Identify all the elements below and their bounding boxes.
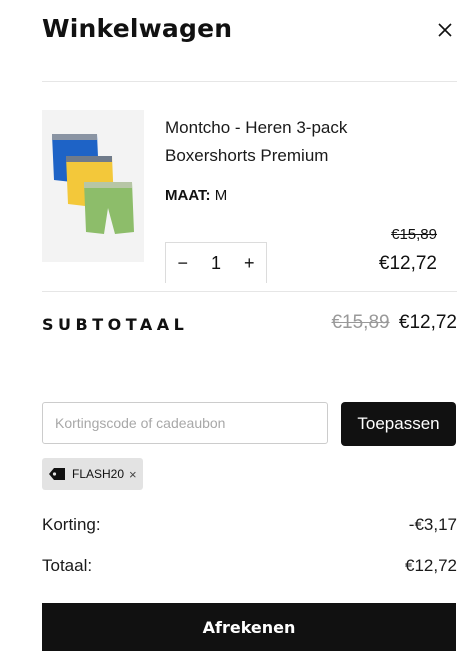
discount-code-label: FLASH20: [72, 467, 125, 481]
quantity-stepper: − 1 +: [165, 242, 267, 283]
page-title: Winkelwagen: [42, 14, 233, 43]
product-name[interactable]: Montcho - Heren 3-pack Boxershorts Premi…: [165, 114, 435, 170]
subtotal-label: SUBTOTAAL: [42, 315, 189, 334]
divider: [42, 291, 457, 292]
size-value: M: [214, 187, 228, 204]
subtotal-current: €12,72: [398, 312, 457, 333]
totaal-label: Totaal:: [42, 556, 93, 575]
product-size: MAAT: M: [165, 187, 227, 204]
subtotal-value: €15,89 €12,72: [331, 312, 457, 334]
totaal-value: €12,72: [405, 556, 457, 575]
remove-discount-icon[interactable]: ×: [129, 467, 137, 482]
checkout-button[interactable]: Afrekenen: [42, 603, 456, 651]
discount-code-input[interactable]: [42, 402, 328, 444]
product-image[interactable]: [42, 110, 144, 262]
discount-chip: FLASH20 ×: [42, 458, 143, 490]
size-label: MAAT:: [165, 187, 211, 204]
price-current: €12,72: [378, 253, 437, 274]
korting-value: -€3,17: [408, 515, 457, 534]
korting-label: Korting:: [42, 515, 101, 534]
cart-header: Winkelwagen: [42, 14, 457, 50]
boxershorts-image: [52, 134, 134, 234]
subtotal-original: €15,89: [331, 312, 390, 333]
price-original: €15,89: [391, 226, 437, 243]
apply-button[interactable]: Toepassen: [341, 402, 456, 446]
close-icon[interactable]: [433, 18, 457, 42]
divider: [42, 81, 457, 82]
decrease-button[interactable]: −: [177, 253, 188, 274]
tag-icon: [49, 468, 65, 480]
quantity-value[interactable]: 1: [211, 253, 221, 274]
increase-button[interactable]: +: [244, 253, 255, 274]
